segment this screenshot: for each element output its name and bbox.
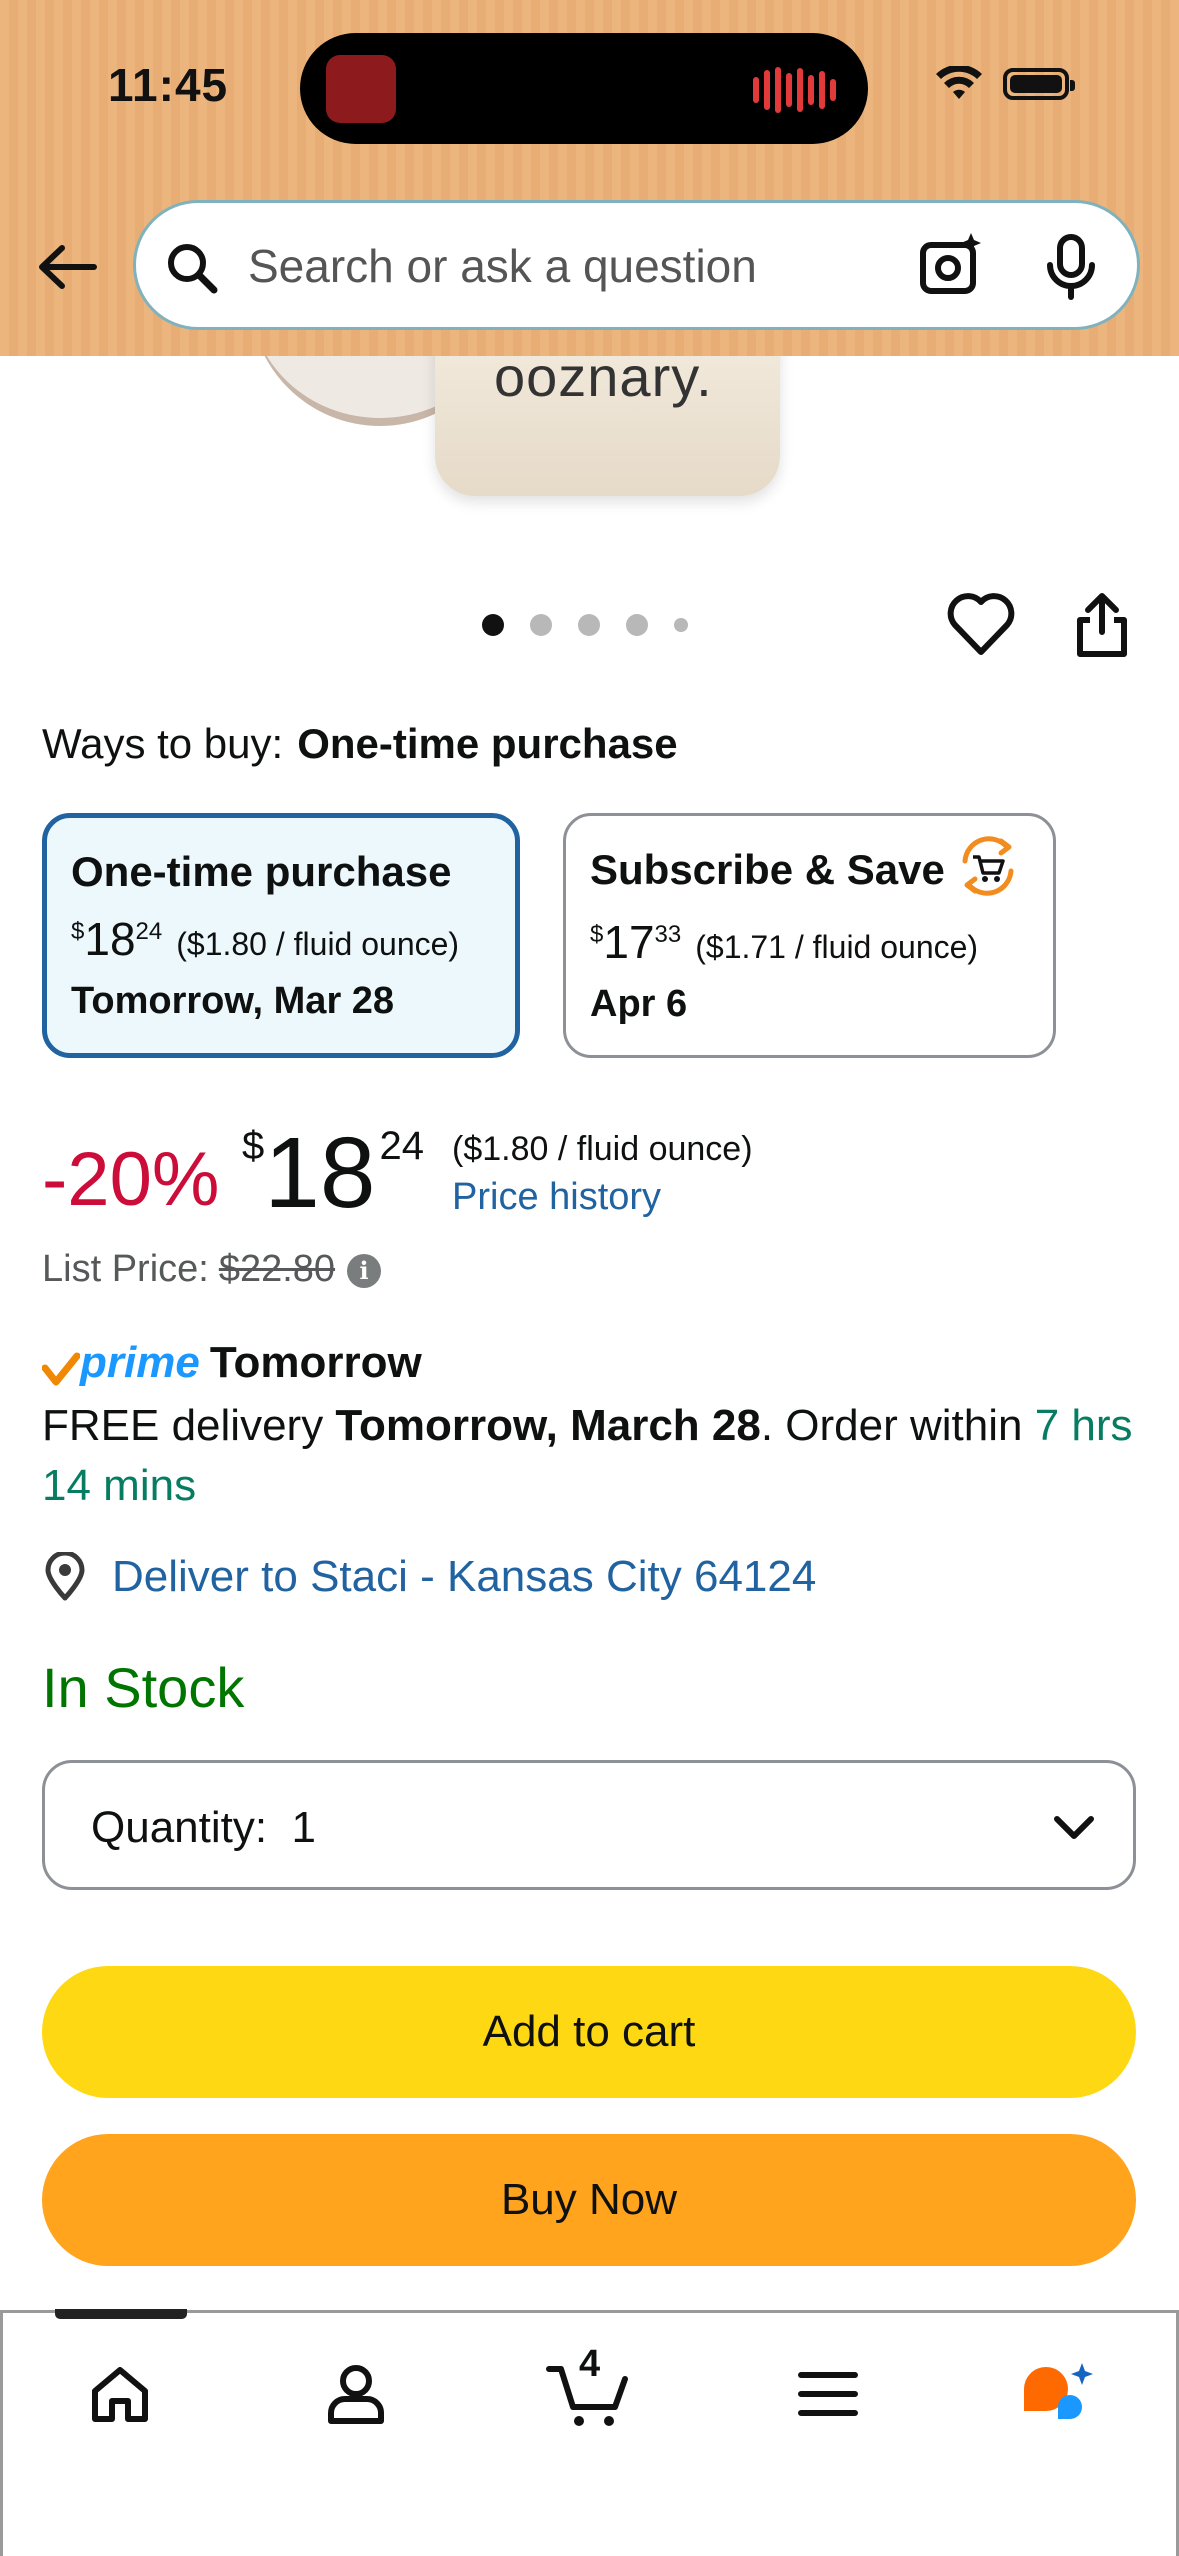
menu-icon [798, 2372, 858, 2416]
carousel-dot[interactable] [530, 614, 552, 636]
option-title: Subscribe & Save [590, 836, 1029, 899]
carousel-dot[interactable] [482, 614, 504, 636]
price-fraction: 24 [379, 1124, 424, 1168]
price-whole: 17 [603, 915, 655, 968]
arrow-left-icon [39, 245, 97, 289]
price-currency: $ [590, 920, 604, 948]
product-image[interactable]: ooznary. [0, 356, 1179, 566]
option-delivery-date: Tomorrow, Mar 28 [71, 980, 395, 1022]
cart-count-badge: 4 [579, 2343, 601, 2385]
nav-profile[interactable] [311, 2349, 401, 2439]
list-price-label: List Price: [42, 1248, 209, 1290]
discount-percentage: -20% [42, 1137, 220, 1222]
info-icon[interactable]: i [347, 1253, 382, 1288]
header: 11:45 Search or ask a question [0, 0, 1179, 356]
wifi-icon [936, 66, 982, 99]
unit-price: ($1.80 / fluid ounce) [176, 926, 460, 962]
price-fraction: 33 [654, 920, 682, 948]
search-icon [168, 244, 218, 294]
price-currency: $ [71, 918, 85, 945]
carousel-dot[interactable] [578, 614, 600, 636]
subscribe-and-save-option[interactable]: Subscribe & Save $1733 ($1.71 / fluid oun… [563, 813, 1056, 1058]
prime-badge: prime Tomorrow [42, 1338, 422, 1388]
nav-active-indicator [55, 2309, 187, 2319]
location-pin-icon [45, 1552, 85, 1601]
audio-wave-icon [753, 67, 836, 113]
ways-to-buy-label: Ways to buy: [42, 720, 284, 767]
heart-icon[interactable] [946, 590, 1016, 660]
price-currency: $ [242, 1124, 265, 1168]
nav-cart[interactable]: 4 [543, 2343, 633, 2439]
deliver-to-location[interactable]: Deliver to Staci - Kansas City 64124 [42, 1552, 816, 1602]
list-price-value: $22.80 [218, 1248, 336, 1290]
free-delivery-text: FREE delivery [42, 1401, 324, 1450]
list-price: List Price: $22.80 i [42, 1248, 382, 1291]
option-price: $1824 ($1.80 / fluid ounce) [71, 912, 491, 966]
nav-home[interactable] [75, 2349, 165, 2439]
image-carousel-dots[interactable] [482, 614, 688, 636]
home-icon [92, 2367, 148, 2422]
prime-speed: Tomorrow [209, 1338, 422, 1387]
prime-check-icon [42, 1352, 80, 1386]
status-time: 11:45 [108, 59, 229, 111]
rufus-icon [1024, 2363, 1093, 2419]
chevron-down-icon [1054, 1816, 1094, 1839]
ways-to-buy-selected: One-time purchase [297, 720, 678, 767]
price-history-link[interactable]: Price history [452, 1176, 661, 1219]
delivery-message: FREE delivery Tomorrow, March 28. Order … [42, 1396, 1142, 1516]
add-to-cart-button[interactable]: Add to cart [42, 1966, 1136, 2098]
nav-menu[interactable] [783, 2349, 873, 2439]
profile-icon [328, 2365, 384, 2424]
bottom-nav: 4 [0, 2309, 1179, 2556]
back-button[interactable] [32, 232, 102, 302]
price-whole: 18 [264, 1117, 376, 1229]
product-brand-text: ooznary. [494, 356, 713, 408]
price-whole: 18 [84, 913, 136, 965]
quantity-label: Quantity: 1 [91, 1803, 316, 1853]
ways-to-buy: Ways to buy: One-time purchase [42, 720, 678, 768]
now-playing-app-icon [326, 55, 396, 123]
quantity-value: 1 [291, 1803, 317, 1852]
share-icon[interactable] [1072, 590, 1132, 660]
battery-icon [1003, 68, 1075, 100]
price: $18 24 [242, 1116, 424, 1231]
price-fraction: 24 [135, 918, 163, 945]
buy-now-button[interactable]: Buy Now [42, 2134, 1136, 2266]
deliver-to-text[interactable]: Deliver to Staci - Kansas City 64124 [112, 1552, 816, 1602]
unit-price: ($1.80 / fluid ounce) [452, 1130, 753, 1168]
prime-logo-text: prime [80, 1338, 200, 1387]
carousel-dot[interactable] [674, 618, 688, 632]
order-within-text: . Order within [760, 1401, 1023, 1450]
search-input[interactable]: Search or ask a question [248, 239, 757, 293]
status-icons [935, 66, 1075, 102]
option-title-text: Subscribe & Save [590, 846, 945, 893]
option-delivery-date: Apr 6 [590, 982, 688, 1025]
option-title: One-time purchase [71, 848, 452, 895]
camera-lens-icon[interactable] [917, 231, 987, 301]
nav-rufus-assistant[interactable] [1015, 2349, 1105, 2439]
option-price: $1733 ($1.71 / fluid ounce) [590, 915, 1029, 969]
delivery-date: Tomorrow, March 28 [335, 1401, 761, 1450]
dynamic-island [300, 33, 868, 144]
one-time-purchase-option[interactable]: One-time purchase $1824 ($1.80 / fluid ou… [42, 813, 520, 1058]
quantity-selector[interactable]: Quantity: 1 [42, 1760, 1136, 1890]
carousel-dot[interactable] [626, 614, 648, 636]
unit-price: ($1.71 / fluid ounce) [695, 928, 979, 965]
microphone-icon[interactable] [1041, 233, 1101, 301]
search-bar[interactable]: Search or ask a question [133, 200, 1140, 330]
quantity-label-text: Quantity: [91, 1803, 268, 1852]
stock-status: In Stock [42, 1656, 245, 1719]
subscribe-cart-icon [962, 836, 1014, 896]
